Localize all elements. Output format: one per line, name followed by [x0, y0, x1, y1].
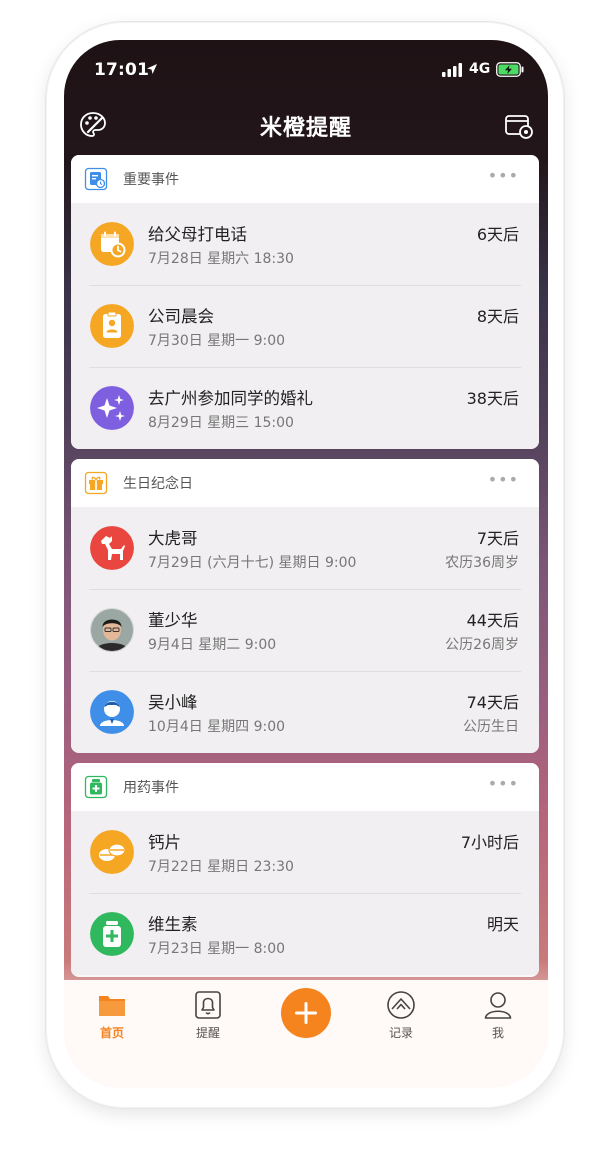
section-title: 用药事件	[123, 780, 179, 796]
signal-icon	[442, 63, 462, 77]
event-date: 7月23日 星期一 8:00	[148, 941, 286, 957]
more-options-icon[interactable]: •••	[488, 166, 519, 185]
top-nav: 米橙提醒	[64, 100, 548, 156]
event-age: 公历生日	[463, 719, 519, 735]
list-item[interactable]: 给父母打电话 7月28日 星期六 18:30 6天后	[71, 203, 539, 285]
event-date: 7月22日 星期日 23:30	[148, 859, 294, 875]
event-countdown: 38天后	[466, 389, 519, 408]
tab-label: 我	[491, 1026, 504, 1040]
list-item[interactable]: 钙片 7月22日 星期日 23:30 7小时后	[71, 811, 539, 893]
event-name: 吴小峰	[148, 693, 198, 712]
medicine-bottle-icon	[84, 775, 108, 799]
event-date: 7月30日 星期一 9:00	[148, 333, 286, 349]
list-item[interactable]: 去广州参加同学的婚礼 8月29日 星期三 15:00 38天后	[71, 367, 539, 449]
section-card-medication: 用药事件 ••• 钙片 7月22日 星期日 23:30 7小时后 维生素 7月2…	[71, 763, 539, 977]
id-badge-icon	[90, 304, 134, 348]
event-name: 公司晨会	[148, 307, 214, 326]
event-name: 维生素	[148, 915, 198, 934]
location-arrow-icon	[147, 64, 157, 74]
event-countdown: 明天	[486, 915, 519, 934]
app-screen: 17:01 4G 米橙提醒 重要事件 ••• 给父母打电话 7月28日 星期六 …	[64, 40, 548, 1088]
list-item[interactable]: 大虎哥 7月29日 (六月十七) 星期日 9:00 7天后 农历36周岁	[71, 507, 539, 589]
event-countdown: 44天后	[466, 611, 519, 630]
gift-icon	[84, 471, 108, 495]
records-icon	[387, 991, 415, 1019]
battery-charging-icon	[496, 62, 524, 77]
event-countdown: 74天后	[466, 693, 519, 712]
tab-bar: 首页 提醒 记录 我	[64, 980, 548, 1088]
network-label: 4G	[469, 61, 491, 77]
event-date: 8月29日 星期三 15:00	[148, 415, 294, 431]
user-icon	[484, 992, 512, 1019]
event-name: 董少华	[148, 611, 198, 630]
event-name: 大虎哥	[148, 529, 198, 548]
person-icon	[90, 690, 134, 734]
tab-records[interactable]: 记录	[371, 990, 431, 1041]
bell-icon	[195, 991, 221, 1019]
card-settings-icon[interactable]	[504, 112, 534, 140]
tab-label: 首页	[99, 1026, 124, 1040]
tab-label: 提醒	[195, 1026, 220, 1040]
section-card-birthdays: 生日纪念日 ••• 大虎哥 7月29日 (六月十七) 星期日 9:00 7天后 …	[71, 459, 539, 753]
status-time: 17:01	[94, 60, 150, 80]
page-title: 米橙提醒	[259, 116, 352, 141]
section-title: 重要事件	[123, 172, 179, 188]
event-date: 7月28日 星期六 18:30	[148, 251, 294, 267]
event-name: 去广州参加同学的婚礼	[148, 389, 313, 408]
more-options-icon[interactable]: •••	[488, 774, 519, 793]
event-name: 钙片	[148, 833, 181, 852]
tab-remind[interactable]: 提醒	[178, 990, 238, 1041]
list-item[interactable]: 维生素 7月23日 星期一 8:00 明天	[71, 893, 539, 975]
more-options-icon[interactable]: •••	[488, 470, 519, 489]
event-age: 公历26周岁	[445, 637, 519, 653]
section-title: 生日纪念日	[123, 476, 193, 492]
status-bar: 17:01 4G	[64, 40, 548, 100]
section-header[interactable]: 生日纪念日 •••	[71, 459, 539, 507]
list-item[interactable]: 董少华 9月4日 星期二 9:00 44天后 公历26周岁	[71, 589, 539, 671]
list-item[interactable]: 吴小峰 10月4日 星期四 9:00 74天后 公历生日	[71, 671, 539, 753]
event-countdown: 7天后	[476, 529, 519, 548]
sparkle-stars-icon	[90, 386, 134, 430]
event-date: 7月29日 (六月十七) 星期日 9:00	[148, 555, 357, 571]
calendar-clock-icon	[90, 222, 134, 266]
avatar	[90, 608, 134, 652]
event-countdown: 8天后	[476, 307, 519, 326]
add-button[interactable]	[281, 988, 331, 1038]
calendar-clock-icon	[84, 167, 108, 191]
event-age: 农历36周岁	[445, 555, 519, 571]
section-header[interactable]: 用药事件 •••	[71, 763, 539, 811]
event-countdown: 7小时后	[460, 833, 519, 852]
tab-me[interactable]: 我	[468, 990, 528, 1041]
section-card-important: 重要事件 ••• 给父母打电话 7月28日 星期六 18:30 6天后 公司晨会…	[71, 155, 539, 449]
event-date: 10月4日 星期四 9:00	[148, 719, 286, 735]
folder-icon	[99, 996, 125, 1016]
event-date: 9月4日 星期二 9:00	[148, 637, 277, 653]
tab-label: 记录	[388, 1026, 413, 1040]
event-countdown: 6天后	[476, 225, 519, 244]
section-header[interactable]: 重要事件 •••	[71, 155, 539, 203]
tab-home[interactable]: 首页	[82, 990, 142, 1041]
dog-icon	[90, 526, 134, 570]
pills-icon	[90, 830, 134, 874]
event-name: 给父母打电话	[148, 225, 247, 244]
plus-icon	[295, 1002, 317, 1024]
list-item[interactable]: 公司晨会 7月30日 星期一 9:00 8天后	[71, 285, 539, 367]
medicine-bottle-icon	[90, 912, 134, 956]
